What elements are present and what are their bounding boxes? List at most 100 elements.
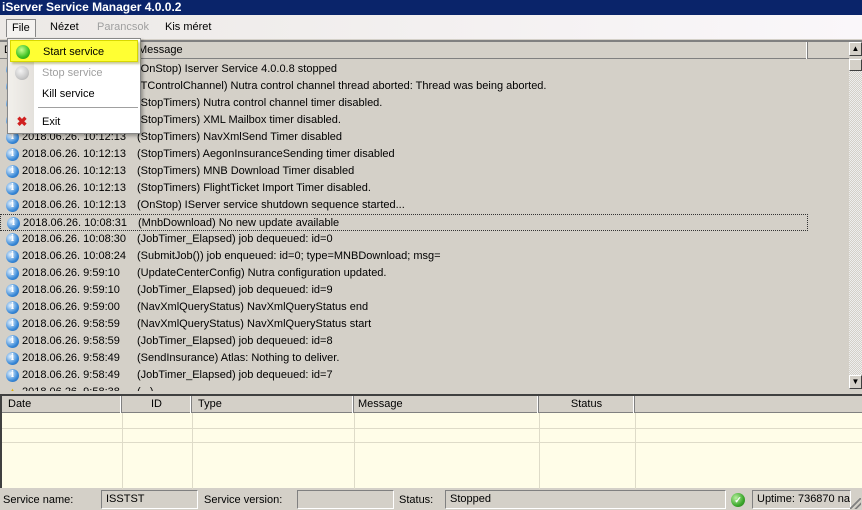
log-date: 2018.06.26. 10:12:13 <box>22 182 126 194</box>
grid-col-id[interactable]: ID <box>122 396 192 413</box>
menu-item-label: Start service <box>43 46 105 58</box>
info-icon: i <box>6 335 19 348</box>
log-date: 2018.06.26. 9:59:00 <box>22 301 120 313</box>
info-icon: i <box>6 301 19 314</box>
log-message: (NavXmlQueryStatus) NavXmlQueryStatus en… <box>137 301 369 313</box>
grid-col-line <box>192 413 193 490</box>
green-circle-icon <box>16 45 30 59</box>
info-icon: i <box>6 250 19 263</box>
grid-col-type[interactable]: Type <box>192 396 354 413</box>
uptime-field: Uptime: 736870 nap <box>752 490 851 509</box>
log-row[interactable]: i 2018.06.26. 10:12:13 (StopTimers) MNB Do… <box>0 163 808 180</box>
log-message: (StopTimers) FlightTicket Import Timer d… <box>137 182 371 194</box>
log-message: (UpdateCenterConfig) Nutra configuration… <box>137 267 387 279</box>
scroll-down-button[interactable]: ▼ <box>849 375 862 389</box>
log-row[interactable]: i 2018.06.26. 10:12:13 (StopTimers) AegonI… <box>0 146 808 163</box>
log-message: (StopTimers) XML Mailbox timer disabled. <box>137 114 341 126</box>
window-title: iServer Service Manager 4.0.0.2 <box>0 0 862 15</box>
log-row[interactable]: i 2018.06.26. 10:12:13 (OnStop) IServer se… <box>0 197 808 214</box>
service-version-label: Service version: <box>204 494 283 506</box>
header-filler <box>808 42 849 59</box>
scroll-up-button[interactable]: ▲ <box>849 42 862 56</box>
exit-icon: ✖ <box>16 114 28 129</box>
menu-separator <box>38 107 138 108</box>
log-message: (SendInsurance) Atlas: Nothing to delive… <box>137 352 340 364</box>
file-menu-dropdown: Start service Stop service Kill service … <box>7 38 141 134</box>
grid-col-status[interactable]: Status <box>539 396 635 413</box>
log-message: (NavXmlQueryStatus) NavXmlQueryStatus st… <box>137 318 372 330</box>
log-col-message[interactable]: Message <box>134 42 808 59</box>
info-icon: i <box>6 199 19 212</box>
log-message: (TControlChannel) Nutra control channel … <box>137 80 547 92</box>
grey-circle-icon <box>15 66 29 80</box>
menu-item-stop-service: Stop service <box>10 62 138 84</box>
grid-col-date[interactable]: Date <box>2 396 122 413</box>
log-row[interactable]: i 2018.06.26. 9:58:59 (JobTimer_Elapsed) j… <box>0 333 808 350</box>
menu-file[interactable]: File <box>6 19 36 37</box>
menu-kis-meret[interactable]: Kis méret <box>160 19 216 37</box>
log-row[interactable]: i 2018.06.26. 9:58:49 (SendInsurance) Atla… <box>0 350 808 367</box>
menu-item-exit[interactable]: ✖ Exit <box>10 111 138 133</box>
log-message: (StopTimers) MNB Download Timer disabled <box>137 165 355 177</box>
log-date: 2018.06.26. 9:58:38 <box>22 384 120 391</box>
grid-row-line <box>2 442 862 443</box>
log-row[interactable]: i 2018.06.26. 10:08:24 (SubmitJob()) job e… <box>0 248 808 265</box>
status-label: Status: <box>399 494 434 506</box>
log-row[interactable]: i 2018.06.26. 10:08:30 (JobTimer_Elapsed) … <box>0 231 808 248</box>
info-icon: i <box>6 318 19 331</box>
log-date: 2018.06.26. 10:12:13 <box>22 148 126 160</box>
status-bar: Service name: ISSTST Service version: St… <box>0 489 862 510</box>
jobs-grid-header: Date ID Type Message Status <box>2 396 862 413</box>
log-date: 2018.06.26. 10:12:13 <box>22 165 126 177</box>
log-row[interactable]: i 2018.06.26. 9:59:10 (JobTimer_Elapsed) j… <box>0 282 808 299</box>
log-row[interactable]: i 2018.06.26. 10:08:31 (MnbDownload) No ne… <box>0 214 808 231</box>
log-row[interactable]: i 2018.06.26. 9:58:49 (JobTimer_Elapsed) j… <box>0 367 808 384</box>
grid-col-message[interactable]: Message <box>354 396 539 413</box>
menu-item-kill-service[interactable]: Kill service <box>10 83 138 105</box>
log-date: 2018.06.26. 9:58:49 <box>22 369 120 381</box>
log-message: (StopTimers) AegonInsuranceSending timer… <box>137 148 395 160</box>
log-row[interactable]: ▲2018.06.26. 9:58:38 (...) ... <box>0 384 808 391</box>
info-icon: i <box>6 233 19 246</box>
menu-item-start-service[interactable]: Start service <box>10 40 138 62</box>
menu-item-label: Exit <box>42 116 61 128</box>
log-message: (JobTimer_Elapsed) job dequeued: id=7 <box>137 369 333 381</box>
scroll-track[interactable] <box>849 59 862 375</box>
scroll-thumb[interactable] <box>849 59 862 71</box>
log-date: 2018.06.26. 10:08:24 <box>22 250 126 262</box>
warning-icon: ▲ <box>6 386 19 391</box>
info-icon: i <box>6 148 19 161</box>
menu-bar: File Nézet Parancsok Kis méret <box>0 15 862 39</box>
info-icon: i <box>6 267 19 280</box>
grid-col-line <box>539 413 540 490</box>
jobs-grid[interactable]: Date ID Type Message Status <box>0 394 862 490</box>
log-date: 2018.06.26. 10:08:30 <box>22 233 126 245</box>
arrow-up-icon: ▲ <box>851 44 860 53</box>
log-message: (...) ... <box>137 384 166 391</box>
ok-check-icon: ✓ <box>731 493 745 507</box>
log-date: 2018.06.26. 9:59:10 <box>22 284 120 296</box>
log-message: (SubmitJob()) job enqueued: id=0; type=M… <box>137 250 441 262</box>
info-icon: i <box>6 284 19 297</box>
info-icon: i <box>7 217 20 230</box>
log-row[interactable]: i 2018.06.26. 10:12:13 (StopTimers) Flight… <box>0 180 808 197</box>
log-date: 2018.06.26. 9:59:10 <box>22 267 120 279</box>
arrow-down-icon: ▼ <box>851 377 860 386</box>
log-row[interactable]: i 2018.06.26. 9:59:00 (NavXmlQueryStatus) … <box>0 299 808 316</box>
menu-item-label: Kill service <box>42 88 95 100</box>
menu-nezet[interactable]: Nézet <box>45 19 84 37</box>
info-icon: i <box>6 165 19 178</box>
log-date: 2018.06.26. 9:58:59 <box>22 335 120 347</box>
info-icon: i <box>6 352 19 365</box>
menu-parancsok: Parancsok <box>97 21 149 33</box>
log-row[interactable]: i 2018.06.26. 9:58:59 (NavXmlQueryStatus) … <box>0 316 808 333</box>
log-scrollbar[interactable]: ▲ ▼ <box>808 42 862 392</box>
log-message: (JobTimer_Elapsed) job dequeued: id=0 <box>137 233 333 245</box>
log-date: 2018.06.26. 10:08:31 <box>23 217 127 229</box>
service-version-field <box>297 490 394 509</box>
log-message: (OnStop) IServer service shutdown sequen… <box>137 199 405 211</box>
log-message: (JobTimer_Elapsed) job dequeued: id=9 <box>137 284 333 296</box>
resize-grip[interactable] <box>850 498 861 509</box>
log-row[interactable]: i 2018.06.26. 9:59:10 (UpdateCenterConfig)… <box>0 265 808 282</box>
menu-item-label: Stop service <box>42 67 103 79</box>
